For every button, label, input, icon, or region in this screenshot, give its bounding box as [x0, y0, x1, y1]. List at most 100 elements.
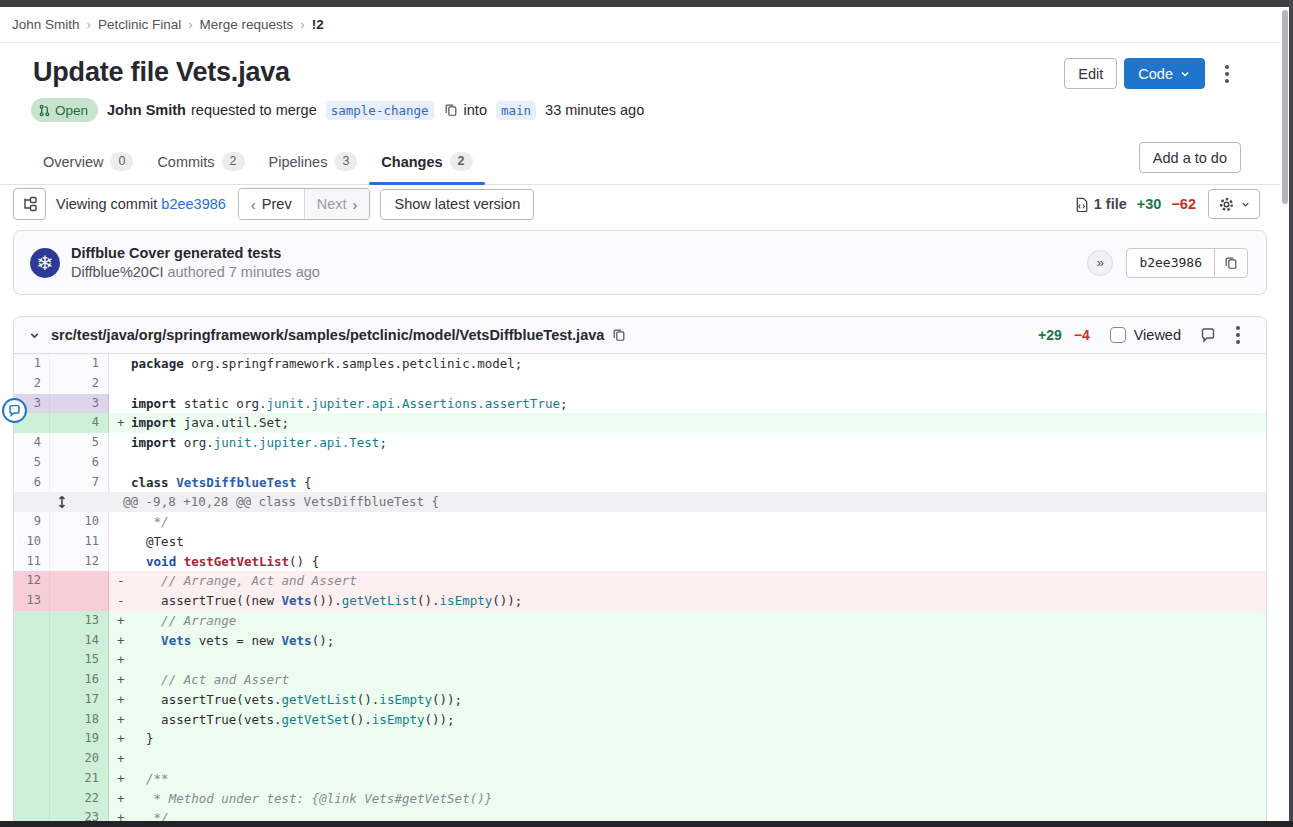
diff-sign: - [117, 571, 125, 591]
new-line-number[interactable]: 7 [50, 473, 109, 493]
tab-commits[interactable]: Commits2 [145, 152, 256, 184]
old-line-number[interactable] [14, 769, 50, 789]
old-line-number[interactable] [14, 670, 50, 690]
prev-button[interactable]: ‹Prev [239, 189, 304, 219]
diff-sign: + [117, 710, 125, 730]
old-line-number[interactable] [14, 690, 50, 710]
old-line-number[interactable]: 10 [14, 532, 50, 552]
diff-row: 4+import java.util.Set; [14, 413, 1266, 433]
more-options-icon[interactable] [1217, 59, 1237, 89]
edit-button[interactable]: Edit [1064, 58, 1117, 89]
comment-icon[interactable] [1200, 327, 1216, 343]
tab-overview[interactable]: Overview0 [31, 152, 145, 184]
diff-row: 20+ [14, 749, 1266, 769]
old-line-number[interactable] [14, 808, 50, 821]
tab-pipelines[interactable]: Pipelines3 [257, 152, 370, 184]
diff-sign: + [117, 611, 125, 631]
viewed-checkbox[interactable] [1110, 327, 1126, 343]
new-line-number[interactable]: 20 [50, 749, 109, 769]
old-line-number[interactable]: 5 [14, 453, 50, 473]
old-line-number[interactable] [14, 650, 50, 670]
new-line-number[interactable]: 13 [50, 611, 109, 631]
old-line-number[interactable] [14, 749, 50, 769]
target-branch-chip[interactable]: main [496, 101, 536, 120]
add-todo-button[interactable]: Add a to do [1139, 142, 1241, 173]
code-line [109, 453, 1266, 473]
new-line-number[interactable]: 2 [50, 374, 109, 394]
old-line-number[interactable]: 12 [14, 571, 50, 591]
file-tree-toggle-button[interactable] [13, 188, 46, 220]
copy-sha-icon[interactable] [1214, 249, 1247, 277]
commit-sha-link[interactable]: b2ee3986 [161, 196, 226, 212]
code-button-label: Code [1138, 66, 1173, 82]
copy-path-icon[interactable] [612, 328, 626, 342]
old-line-number[interactable]: 13 [14, 591, 50, 611]
new-line-number[interactable] [50, 571, 109, 591]
expand-lines-icon[interactable] [14, 492, 109, 512]
old-line-number[interactable]: 9 [14, 512, 50, 532]
scrollbar-thumb[interactable] [1282, 10, 1289, 204]
old-line-number[interactable]: 2 [14, 374, 50, 394]
old-line-number[interactable]: 1 [14, 354, 50, 374]
code-line: import org.junit.jupiter.api.Test; [109, 433, 1266, 453]
copy-branch-icon[interactable] [444, 103, 458, 117]
diff-settings-button[interactable] [1208, 189, 1260, 219]
deletions-count: −62 [1171, 196, 1196, 212]
show-latest-version-button[interactable]: Show latest version [380, 189, 534, 220]
old-line-number[interactable] [14, 710, 50, 730]
code-line [109, 374, 1266, 394]
new-line-number[interactable]: 10 [50, 512, 109, 532]
diff-row: 23+ */ [14, 808, 1266, 821]
expand-commit-icon[interactable]: » [1087, 250, 1113, 276]
new-line-number[interactable]: 1 [50, 354, 109, 374]
commit-title[interactable]: Diffblue Cover generated tests [71, 244, 320, 263]
scrollbar[interactable] [1280, 7, 1289, 821]
new-line-number[interactable]: 21 [50, 769, 109, 789]
tab-changes[interactable]: Changes2 [369, 152, 484, 184]
source-branch-chip[interactable]: sample-change [326, 101, 434, 120]
collapse-file-icon[interactable] [28, 329, 41, 342]
new-line-number[interactable]: 5 [50, 433, 109, 453]
file-options-icon[interactable] [1228, 320, 1248, 350]
diff-rows: 11package org.springframework.samples.pe… [14, 354, 1266, 821]
diff-sign: + [117, 808, 125, 821]
author-name[interactable]: John Smith [107, 102, 186, 118]
old-line-number[interactable] [14, 729, 50, 749]
new-line-number[interactable]: 3 [50, 394, 109, 414]
new-line-number[interactable]: 14 [50, 631, 109, 651]
next-button[interactable]: Next› [304, 189, 370, 219]
code-line: package org.springframework.samples.petc… [109, 354, 1266, 374]
diff-row: 11package org.springframework.samples.pe… [14, 354, 1266, 374]
new-line-number[interactable]: 18 [50, 710, 109, 730]
new-line-number[interactable]: 17 [50, 690, 109, 710]
old-line-number[interactable] [14, 611, 50, 631]
new-line-number[interactable]: 12 [50, 552, 109, 572]
breadcrumb-item[interactable]: John Smith [12, 17, 80, 32]
diff-row: 22 [14, 374, 1266, 394]
old-line-number[interactable]: 6 [14, 473, 50, 493]
diff-row: 18+ assertTrue(vets.getVetSet().isEmpty(… [14, 710, 1266, 730]
diff-row: 910 */ [14, 512, 1266, 532]
new-line-number[interactable]: 22 [50, 789, 109, 809]
breadcrumb-separator: › [87, 17, 91, 32]
new-line-number[interactable]: 15 [50, 650, 109, 670]
file-path[interactable]: src/test/java/org/springframework/sample… [51, 327, 604, 343]
new-line-number[interactable] [50, 591, 109, 611]
new-line-number[interactable]: 6 [50, 453, 109, 473]
new-line-number[interactable]: 4 [50, 413, 109, 433]
code-button[interactable]: Code [1124, 58, 1205, 89]
old-line-number[interactable] [14, 631, 50, 651]
new-line-number[interactable]: 11 [50, 532, 109, 552]
line-comment-bubble-icon[interactable] [2, 398, 27, 423]
old-line-number[interactable]: 11 [14, 552, 50, 572]
new-line-number[interactable]: 16 [50, 670, 109, 690]
new-line-number[interactable]: 23 [50, 808, 109, 821]
diff-sign: + [117, 729, 125, 749]
breadcrumb-item[interactable]: Petclinic Final [98, 17, 181, 32]
diff-row: 13- assertTrue((new Vets()).getVetList()… [14, 591, 1266, 611]
old-line-number[interactable] [14, 789, 50, 809]
breadcrumb-item[interactable]: Merge requests [200, 17, 294, 32]
old-line-number[interactable]: 4 [14, 433, 50, 453]
new-line-number[interactable]: 19 [50, 729, 109, 749]
breadcrumb-separator: › [188, 17, 192, 32]
